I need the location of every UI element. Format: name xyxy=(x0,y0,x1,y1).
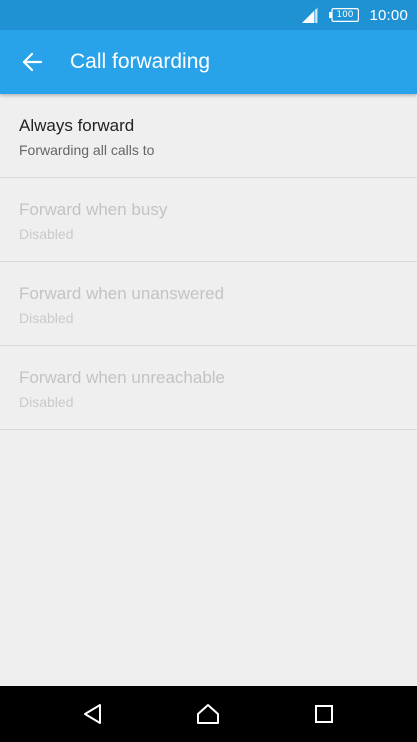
nav-recents-button[interactable] xyxy=(304,694,344,734)
signal-icon xyxy=(302,7,319,23)
nav-recents-icon xyxy=(315,705,333,723)
status-clock: 10:00 xyxy=(369,6,408,24)
arrow-back-icon xyxy=(22,52,43,72)
nav-home-icon xyxy=(197,704,219,724)
item-title: Forward when unanswered xyxy=(19,284,225,303)
battery-icon: 100 xyxy=(329,8,360,22)
item-summary: Disabled xyxy=(19,226,74,242)
battery-level-text: 100 xyxy=(336,10,354,20)
nav-back-button[interactable] xyxy=(73,694,113,734)
item-summary: Forwarding all calls to xyxy=(19,142,155,158)
nav-back-icon xyxy=(84,704,101,724)
back-button[interactable] xyxy=(12,42,52,82)
item-summary: Disabled xyxy=(19,310,74,326)
nav-home-button[interactable] xyxy=(188,694,228,734)
item-title: Forward when unreachable xyxy=(19,368,226,387)
list-item-forward-when-unanswered: Forward when unanswered Disabled xyxy=(0,262,417,346)
settings-list: Always forward Forwarding all calls to F… xyxy=(0,94,417,430)
list-item-always-forward[interactable]: Always forward Forwarding all calls to xyxy=(0,94,417,178)
status-bar-right: 100 10:00 xyxy=(301,0,408,30)
app-bar: Call forwarding xyxy=(0,30,417,94)
list-item-forward-when-unreachable: Forward when unreachable Disabled xyxy=(0,346,417,430)
status-bar: 100 10:00 xyxy=(0,0,417,30)
phone-screen: 100 10:00 Call forwarding Always forward… xyxy=(0,0,417,742)
item-summary: Disabled xyxy=(19,394,74,410)
page-title: Call forwarding xyxy=(70,50,211,73)
item-title: Forward when busy xyxy=(19,200,168,219)
list-item-forward-when-busy: Forward when busy Disabled xyxy=(0,178,417,262)
navigation-bar xyxy=(0,686,417,742)
item-title: Always forward xyxy=(19,116,135,135)
